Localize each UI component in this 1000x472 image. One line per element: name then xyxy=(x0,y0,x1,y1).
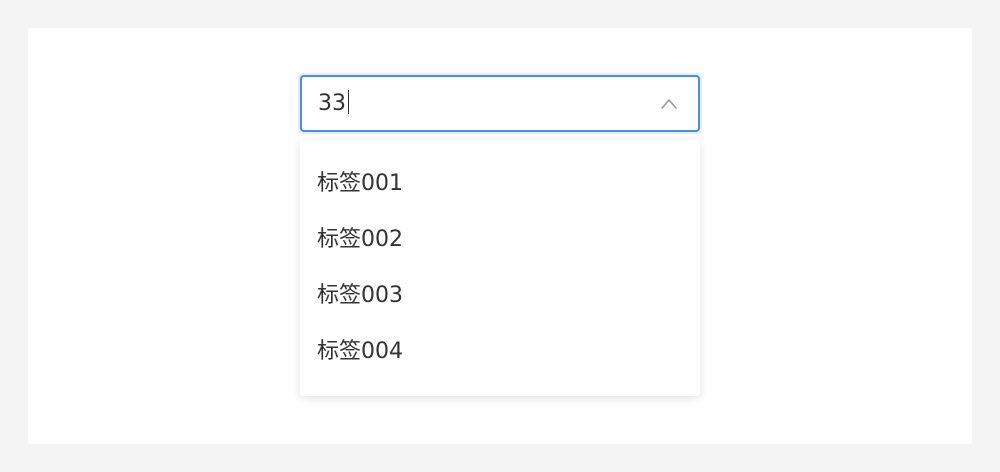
chevron-up-icon[interactable] xyxy=(660,95,678,113)
tag-select[interactable]: 33 xyxy=(300,75,700,132)
dropdown-option[interactable]: 标签003 xyxy=(300,268,700,324)
dropdown-option[interactable]: 标签004 xyxy=(300,324,700,380)
dropdown-option[interactable]: 标签001 xyxy=(300,156,700,212)
select-dropdown-menu: 标签001 标签002 标签003 标签004 xyxy=(300,140,700,396)
dropdown-option[interactable]: 标签002 xyxy=(300,212,700,268)
text-cursor xyxy=(348,90,349,114)
select-input-value: 33 xyxy=(318,91,346,116)
select-search-input[interactable]: 33 xyxy=(318,77,349,130)
